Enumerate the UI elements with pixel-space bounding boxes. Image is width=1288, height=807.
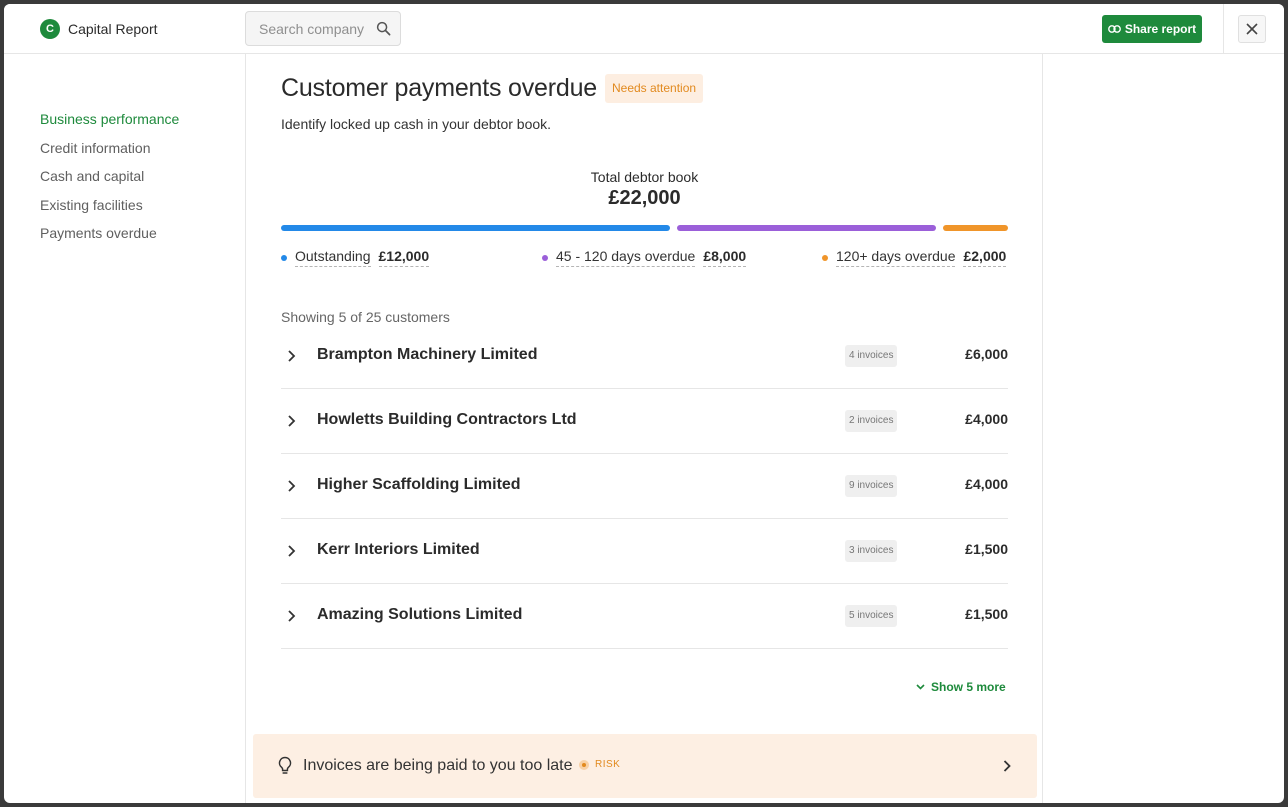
total-debtor-label: Total debtor book xyxy=(590,169,699,185)
chevron-right-icon xyxy=(288,545,296,557)
invoice-count-badge: 3 invoices xyxy=(845,540,898,562)
header-divider xyxy=(1223,4,1224,54)
sidebar-item-credit-information[interactable]: Credit information xyxy=(40,138,179,167)
invoice-count-badge: 5 invoices xyxy=(845,605,898,627)
sidebar-item-business-performance[interactable]: Business performance xyxy=(40,109,179,138)
sidebar-item-existing-facilities[interactable]: Existing facilities xyxy=(40,195,179,224)
search-box xyxy=(245,11,401,46)
legend-label: Outstanding xyxy=(295,248,371,267)
app-title: Capital Report xyxy=(68,21,158,37)
risk-dot-icon xyxy=(579,759,589,770)
customer-name: Brampton Machinery Limited xyxy=(317,346,538,363)
customer-name: Higher Scaffolding Limited xyxy=(317,476,521,493)
search-input[interactable] xyxy=(246,12,374,45)
link-icon xyxy=(1107,25,1121,33)
page-subtitle: Identify locked up cash in your debtor b… xyxy=(281,116,552,132)
showing-count: Showing 5 of 25 customers xyxy=(281,309,450,325)
customer-row[interactable]: Kerr Interiors Limited 3 invoices £1,500 xyxy=(281,519,1008,584)
chevron-right-icon xyxy=(288,610,296,622)
legend-value: £8,000 xyxy=(703,248,747,267)
show-more-label: Show 5 more xyxy=(931,680,1006,694)
close-button[interactable] xyxy=(1238,15,1266,43)
legend-value: £12,000 xyxy=(378,248,430,267)
share-report-button[interactable]: Share report xyxy=(1102,15,1202,43)
top-bar: C Capital Report Share report xyxy=(4,4,1284,54)
overdue-45-120-bar xyxy=(676,225,937,231)
sidebar-item-cash-and-capital[interactable]: Cash and capital xyxy=(40,166,179,195)
chevron-right-icon xyxy=(1003,760,1011,772)
customer-row[interactable]: Higher Scaffolding Limited 9 invoices £4… xyxy=(281,454,1008,519)
customer-list: Brampton Machinery Limited 4 invoices £6… xyxy=(281,324,1008,649)
chevron-down-icon xyxy=(916,684,925,690)
sidebar-item-payments-overdue[interactable]: Payments overdue xyxy=(40,223,179,252)
share-report-label: Share report xyxy=(1124,22,1197,36)
close-icon xyxy=(1246,23,1258,35)
customer-name: Amazing Solutions Limited xyxy=(317,606,523,623)
legend-overdue-120-plus[interactable]: 120+ days overdue £2,000 xyxy=(822,248,1007,267)
invoice-count-badge: 9 invoices xyxy=(845,475,898,497)
customer-row[interactable]: Howletts Building Contractors Ltd 2 invo… xyxy=(281,389,1008,454)
outstanding-bar xyxy=(281,225,670,231)
customer-amount: £1,500 xyxy=(965,541,1008,557)
overdue-120-plus-bar xyxy=(943,225,1008,231)
customer-name: Kerr Interiors Limited xyxy=(317,541,480,558)
customer-amount: £4,000 xyxy=(965,411,1008,427)
insight-card[interactable]: Invoices are being paid to you too late … xyxy=(253,734,1037,798)
legend-value: £2,000 xyxy=(963,248,1007,267)
legend-outstanding[interactable]: Outstanding £12,000 xyxy=(281,248,430,267)
invoice-count-badge: 4 invoices xyxy=(845,345,898,367)
customer-amount: £6,000 xyxy=(965,346,1008,362)
legend-overdue-45-120[interactable]: 45 - 120 days overdue £8,000 xyxy=(542,248,747,267)
risk-label: RISK xyxy=(595,759,621,770)
status-badge: Needs attention xyxy=(604,74,704,103)
legend-dot xyxy=(822,254,828,261)
sidebar-nav: Business performance Credit information … xyxy=(40,109,179,252)
customer-name: Howletts Building Contractors Ltd xyxy=(317,411,577,428)
legend-label: 120+ days overdue xyxy=(836,248,956,267)
main-panel: Customer payments overdue Needs attentio… xyxy=(245,54,1043,803)
lightbulb-icon xyxy=(278,756,292,774)
brand-logo: C xyxy=(40,19,60,39)
chevron-right-icon xyxy=(288,480,296,492)
page-title: Customer payments overdue xyxy=(281,74,597,102)
legend-dot xyxy=(281,254,287,261)
customer-row[interactable]: Brampton Machinery Limited 4 invoices £6… xyxy=(281,324,1008,389)
chevron-right-icon xyxy=(288,350,296,362)
risk-badge: RISK xyxy=(579,759,620,770)
chevron-right-icon xyxy=(288,415,296,427)
brand: C Capital Report xyxy=(40,19,158,39)
invoice-count-badge: 2 invoices xyxy=(845,410,898,432)
customer-amount: £4,000 xyxy=(965,476,1008,492)
customer-row[interactable]: Amazing Solutions Limited 5 invoices £1,… xyxy=(281,584,1008,649)
legend-label: 45 - 120 days overdue xyxy=(556,248,696,267)
app-window: C Capital Report Share report xyxy=(4,4,1284,803)
search-icon[interactable] xyxy=(376,21,391,36)
title-row: Customer payments overdue Needs attentio… xyxy=(281,74,704,103)
show-more-button[interactable]: Show 5 more xyxy=(916,680,1006,694)
total-debtor-value: £22,000 xyxy=(608,187,681,209)
insight-text: Invoices are being paid to you too late xyxy=(303,757,573,774)
legend-dot xyxy=(542,254,548,261)
customer-amount: £1,500 xyxy=(965,606,1008,622)
